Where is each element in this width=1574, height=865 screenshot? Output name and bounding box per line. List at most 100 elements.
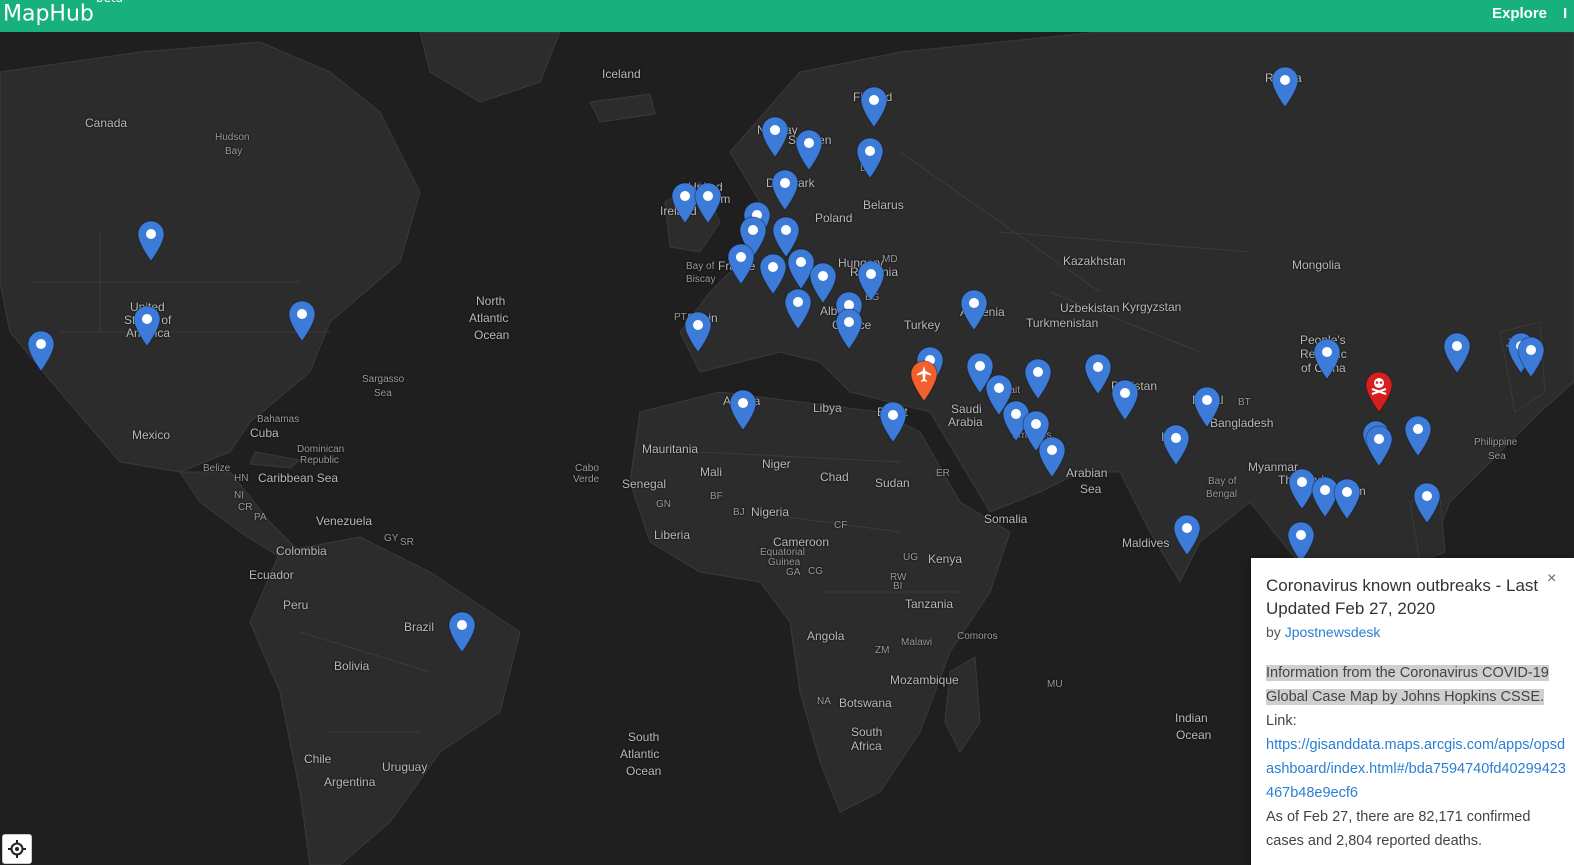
map-label: Botswana [839, 696, 892, 710]
location-pin-marker[interactable] [1442, 332, 1472, 374]
location-pin-marker[interactable] [693, 182, 723, 224]
location-pin-marker[interactable] [855, 137, 885, 179]
location-pin-marker[interactable] [783, 288, 813, 330]
map-label: Tanzania [905, 597, 954, 611]
map-label: PA [254, 512, 267, 523]
location-pin-marker[interactable] [1270, 66, 1300, 108]
location-pin-marker[interactable] [878, 401, 908, 443]
location-pin-marker[interactable] [1083, 353, 1113, 395]
logo-text: MapHub [3, 1, 94, 27]
location-pin-marker[interactable] [447, 611, 477, 653]
location-pin-marker[interactable] [728, 389, 758, 431]
map-label: Malawi [901, 637, 933, 648]
map-label: Arabia [948, 415, 983, 429]
map-label: Ocean [626, 764, 662, 778]
map-label: ER [936, 468, 950, 479]
map-label: BJ [733, 507, 745, 518]
map-label: Sargasso [362, 374, 405, 385]
location-pin-marker[interactable] [26, 330, 56, 372]
location-pin-marker[interactable] [1161, 424, 1191, 466]
author-link[interactable]: Jpostnewsdesk [1285, 624, 1381, 640]
location-pin-marker[interactable] [1516, 336, 1546, 378]
map-label: Liberia [654, 528, 691, 542]
location-pin-marker[interactable] [959, 289, 989, 331]
crosshair-icon [8, 840, 26, 858]
map-label: Venezuela [316, 514, 373, 528]
map-label: Argentina [324, 775, 376, 789]
map-label: Uzbekistan [1060, 301, 1120, 315]
locate-button[interactable] [2, 834, 32, 864]
link-label: Link: [1266, 713, 1297, 729]
map-label: Ocean [474, 328, 510, 342]
map-label: Kazakhstan [1063, 254, 1126, 268]
airplane-marker[interactable] [909, 360, 939, 402]
map-label: Cabo [575, 463, 599, 474]
map-label: Poland [815, 211, 853, 225]
maphub-logo[interactable]: MapHubbeta [3, 0, 123, 27]
location-pin-marker[interactable] [1412, 482, 1442, 524]
map-label: Bay of [686, 261, 715, 272]
map-label: Atlantic [469, 311, 509, 325]
location-pin-marker[interactable] [1192, 386, 1222, 428]
location-pin-marker[interactable] [760, 116, 790, 158]
location-pin-marker[interactable] [794, 129, 824, 171]
explore-link[interactable]: Explore [1492, 5, 1547, 22]
location-pin-marker[interactable] [287, 300, 317, 342]
map-label: Mali [700, 465, 723, 479]
case-stats-text: As of Feb 27, there are 82,171 confirmed… [1266, 809, 1531, 849]
map-label: Canada [85, 116, 128, 130]
location-pin-marker[interactable] [834, 308, 864, 350]
map-label: South [628, 730, 660, 744]
map-label: Bolivia [334, 659, 370, 673]
map-info-popup: × Coronavirus known outbreaks - Last Upd… [1251, 558, 1574, 865]
map-label: BI [893, 581, 903, 592]
map-label: BT [1238, 397, 1251, 408]
location-pin-marker[interactable] [726, 243, 756, 285]
by-prefix: by [1266, 624, 1281, 640]
map-label: Caribbean Sea [258, 471, 339, 485]
map-label: Chad [820, 470, 849, 484]
nav-link-cut-off[interactable]: I [1563, 5, 1567, 22]
location-pin-marker[interactable] [1110, 379, 1140, 421]
map-label: Indian [1175, 711, 1208, 725]
map-label: Maldives [1122, 536, 1170, 550]
map-label: Verde [573, 474, 600, 485]
map-label: Senegal [622, 477, 667, 491]
map-label: Kenya [928, 552, 963, 566]
map-label: HN [234, 473, 249, 484]
map-label: Cuba [250, 426, 279, 440]
location-pin-marker[interactable] [1023, 358, 1053, 400]
location-pin-marker[interactable] [1286, 521, 1316, 563]
map-label: Angola [807, 629, 845, 643]
map-label: Sea [374, 388, 392, 399]
map-label: Nigeria [751, 505, 790, 519]
map-label: Hudson [215, 132, 250, 143]
map-label: Biscay [686, 274, 716, 285]
map-label: Atlantic [620, 747, 660, 761]
map-label: ZM [875, 645, 890, 656]
map-label: Ecuador [249, 568, 294, 582]
map-label: Turkey [904, 318, 941, 332]
location-pin-marker[interactable] [1172, 514, 1202, 556]
location-pin-marker[interactable] [1312, 338, 1342, 380]
location-pin-marker[interactable] [1332, 478, 1362, 520]
location-pin-marker[interactable] [1403, 415, 1433, 457]
map-label: Turkmenistan [1026, 316, 1099, 330]
location-pin-marker[interactable] [859, 86, 889, 128]
popup-description: Information from the Coronavirus COVID-1… [1266, 661, 1566, 853]
map-label: Sudan [875, 476, 910, 490]
location-pin-marker[interactable] [132, 305, 162, 347]
close-popup-button[interactable]: × [1547, 570, 1556, 588]
map-label: Iceland [602, 67, 641, 81]
map-label: Republic [300, 455, 339, 466]
location-pin-marker[interactable] [1364, 425, 1394, 467]
map-label: Philippine [1474, 437, 1518, 448]
location-pin-marker[interactable] [136, 220, 166, 262]
map-label: Mauritania [642, 442, 699, 456]
map-label: South [851, 725, 883, 739]
location-pin-marker[interactable] [683, 311, 713, 353]
location-pin-marker[interactable] [1037, 436, 1067, 478]
location-pin-marker[interactable] [770, 169, 800, 211]
dashboard-link[interactable]: https://gisanddata.maps.arcgis.com/apps/… [1266, 737, 1566, 801]
skull-marker[interactable] [1364, 371, 1394, 413]
